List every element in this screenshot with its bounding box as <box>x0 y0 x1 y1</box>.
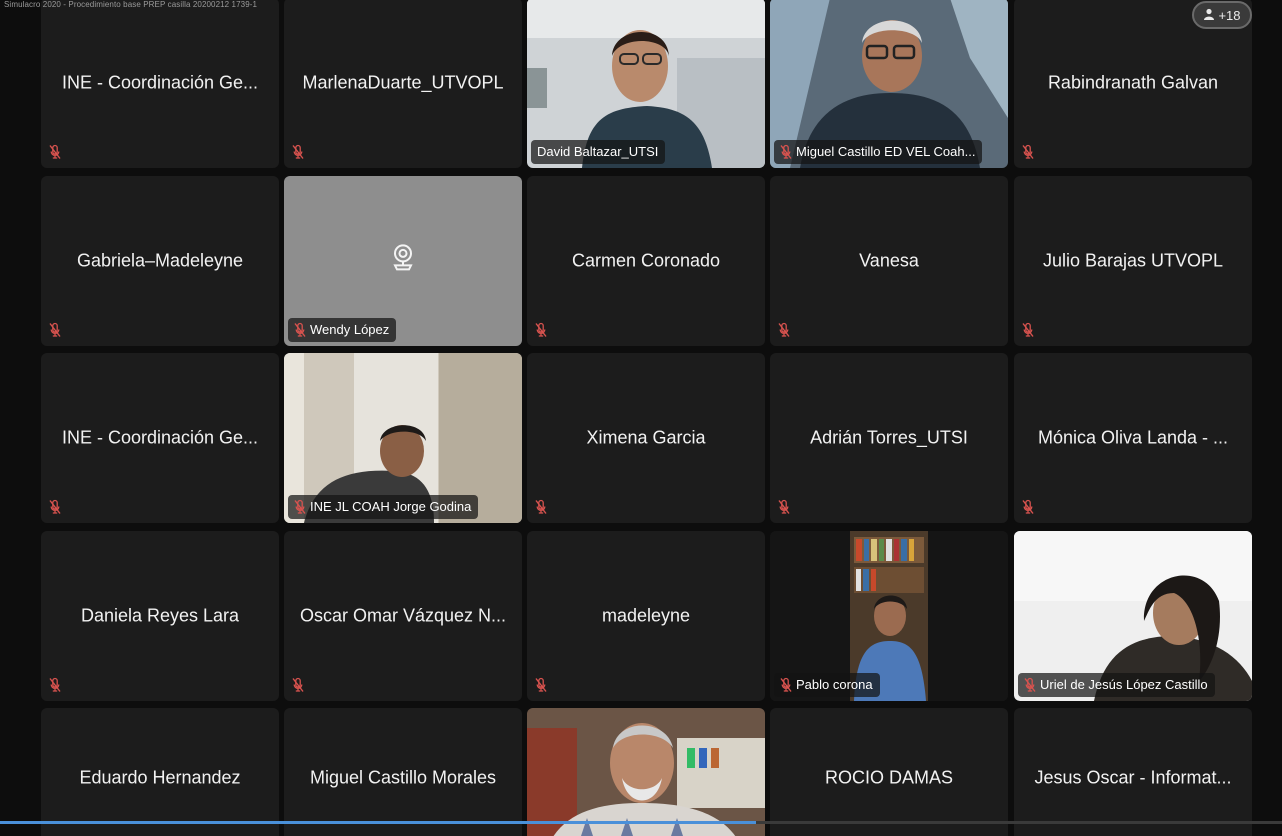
participant-video <box>527 708 765 836</box>
participant-name: Daniela Reyes Lara <box>80 605 240 626</box>
participant-tile[interactable]: Miguel Castillo Morales <box>284 708 522 836</box>
mic-muted-icon <box>778 499 790 515</box>
participant-tile[interactable]: Carmen Coronado <box>527 176 765 346</box>
participant-name-tag: Uriel de Jesús López Castillo <box>1018 673 1215 697</box>
participant-name: Oscar Omar Vázquez N... <box>299 605 507 626</box>
participant-tile[interactable]: Wendy López <box>284 176 522 346</box>
participant-tile[interactable]: Eduardo Hernandez <box>41 708 279 836</box>
participant-tile[interactable]: INE JL COAH Jorge Godina <box>284 353 522 523</box>
camera-off-icon <box>390 242 416 272</box>
participant-name: Uriel de Jesús López Castillo <box>1040 677 1208 692</box>
participant-name: Julio Barajas UTVOPL <box>1042 250 1224 271</box>
mic-muted-icon <box>49 677 61 693</box>
person-icon <box>1203 8 1215 23</box>
mic-muted-icon <box>780 677 792 693</box>
participant-name-tag: Wendy López <box>288 318 397 342</box>
participant-tile[interactable] <box>527 708 765 836</box>
participant-name: ROCIO DAMAS <box>824 767 953 788</box>
participant-tile[interactable]: madeleyne <box>527 531 765 701</box>
participant-name: Ximena Garcia <box>586 427 706 448</box>
participant-name: Vanesa <box>859 250 919 271</box>
mic-muted-icon <box>1022 144 1034 160</box>
participant-name: madeleyne <box>601 605 691 626</box>
meeting-window: Simulacro 2020 - Procedimiento base PREP… <box>0 0 1282 836</box>
participant-name-tag: INE JL COAH Jorge Godina <box>288 495 479 519</box>
participant-tile[interactable]: Adrián Torres_UTSI <box>770 353 1008 523</box>
mic-muted-icon <box>292 144 304 160</box>
mic-muted-icon <box>535 322 547 338</box>
mic-muted-icon <box>49 144 61 160</box>
mic-muted-icon <box>1022 499 1034 515</box>
mic-muted-icon <box>294 322 306 338</box>
participant-name-tag: Miguel Castillo ED VEL Coah... <box>774 140 983 164</box>
mic-muted-icon <box>294 499 306 515</box>
participant-tile[interactable]: Ximena Garcia <box>527 353 765 523</box>
participant-name: MarlenaDuarte_UTVOPL <box>302 72 504 93</box>
participant-name-tag: Pablo corona <box>774 673 880 697</box>
participant-name: Miguel Castillo Morales <box>309 767 497 788</box>
participant-tile[interactable]: MarlenaDuarte_UTVOPL <box>284 0 522 168</box>
participant-name: Gabriela–Madeleyne <box>76 250 244 271</box>
more-participants-button[interactable]: +18 <box>1192 1 1252 29</box>
participant-tile[interactable]: Pablo corona <box>770 531 1008 701</box>
participant-name: INE JL COAH Jorge Godina <box>310 499 472 514</box>
participant-tile[interactable]: INE - Coordinación Ge... <box>41 353 279 523</box>
participant-tile[interactable]: INE - Coordinación Ge... <box>41 0 279 168</box>
participant-tile[interactable]: Mónica Oliva Landa - ... <box>1014 353 1252 523</box>
participant-name: Jesus Oscar - Informat... <box>1034 767 1232 788</box>
participant-tile[interactable]: Jesus Oscar - Informat... <box>1014 708 1252 836</box>
participant-name: David Baltazar_UTSI <box>537 144 659 159</box>
more-participants-count: +18 <box>1218 7 1241 23</box>
participant-tile[interactable]: Julio Barajas UTVOPL <box>1014 176 1252 346</box>
playback-progress-track[interactable] <box>0 821 1282 824</box>
mic-muted-icon <box>535 499 547 515</box>
mic-muted-icon <box>780 144 792 160</box>
participant-grid: INE - Coordinación Ge... MarlenaDuarte_UT… <box>0 0 1282 836</box>
mic-muted-icon <box>49 499 61 515</box>
participant-tile[interactable]: Rabindranath Galvan +18 <box>1014 0 1252 168</box>
participant-name: INE - Coordinación Ge... <box>61 427 259 448</box>
participant-name: INE - Coordinación Ge... <box>61 72 259 93</box>
mic-muted-icon <box>292 677 304 693</box>
participant-name: Eduardo Hernandez <box>79 767 241 788</box>
playback-progress-fill <box>0 821 757 824</box>
participant-name-tag: David Baltazar_UTSI <box>531 140 666 164</box>
participant-tile[interactable]: Vanesa <box>770 176 1008 346</box>
participant-name: Adrián Torres_UTSI <box>810 427 968 448</box>
participant-tile[interactable]: Daniela Reyes Lara <box>41 531 279 701</box>
mic-muted-icon <box>49 322 61 338</box>
participant-name: Carmen Coronado <box>571 250 721 271</box>
participant-tile[interactable]: Oscar Omar Vázquez N... <box>284 531 522 701</box>
participant-tile[interactable]: Uriel de Jesús López Castillo <box>1014 531 1252 701</box>
mic-muted-icon <box>778 322 790 338</box>
mic-muted-icon <box>535 677 547 693</box>
mic-muted-icon <box>1024 677 1036 693</box>
participant-name: Pablo corona <box>796 677 873 692</box>
window-title: Simulacro 2020 - Procedimiento base PREP… <box>4 0 258 9</box>
participant-tile[interactable]: David Baltazar_UTSI <box>527 0 765 168</box>
participant-tile[interactable]: Gabriela–Madeleyne <box>41 176 279 346</box>
participant-tile[interactable]: ROCIO DAMAS <box>770 708 1008 836</box>
participant-name: Rabindranath Galvan <box>1047 72 1219 93</box>
participant-tile[interactable]: Miguel Castillo ED VEL Coah... <box>770 0 1008 168</box>
participant-name: Wendy López <box>310 322 390 337</box>
mic-muted-icon <box>1022 322 1034 338</box>
participant-name: Mónica Oliva Landa - ... <box>1037 427 1229 448</box>
participant-name: Miguel Castillo ED VEL Coah... <box>796 144 976 159</box>
